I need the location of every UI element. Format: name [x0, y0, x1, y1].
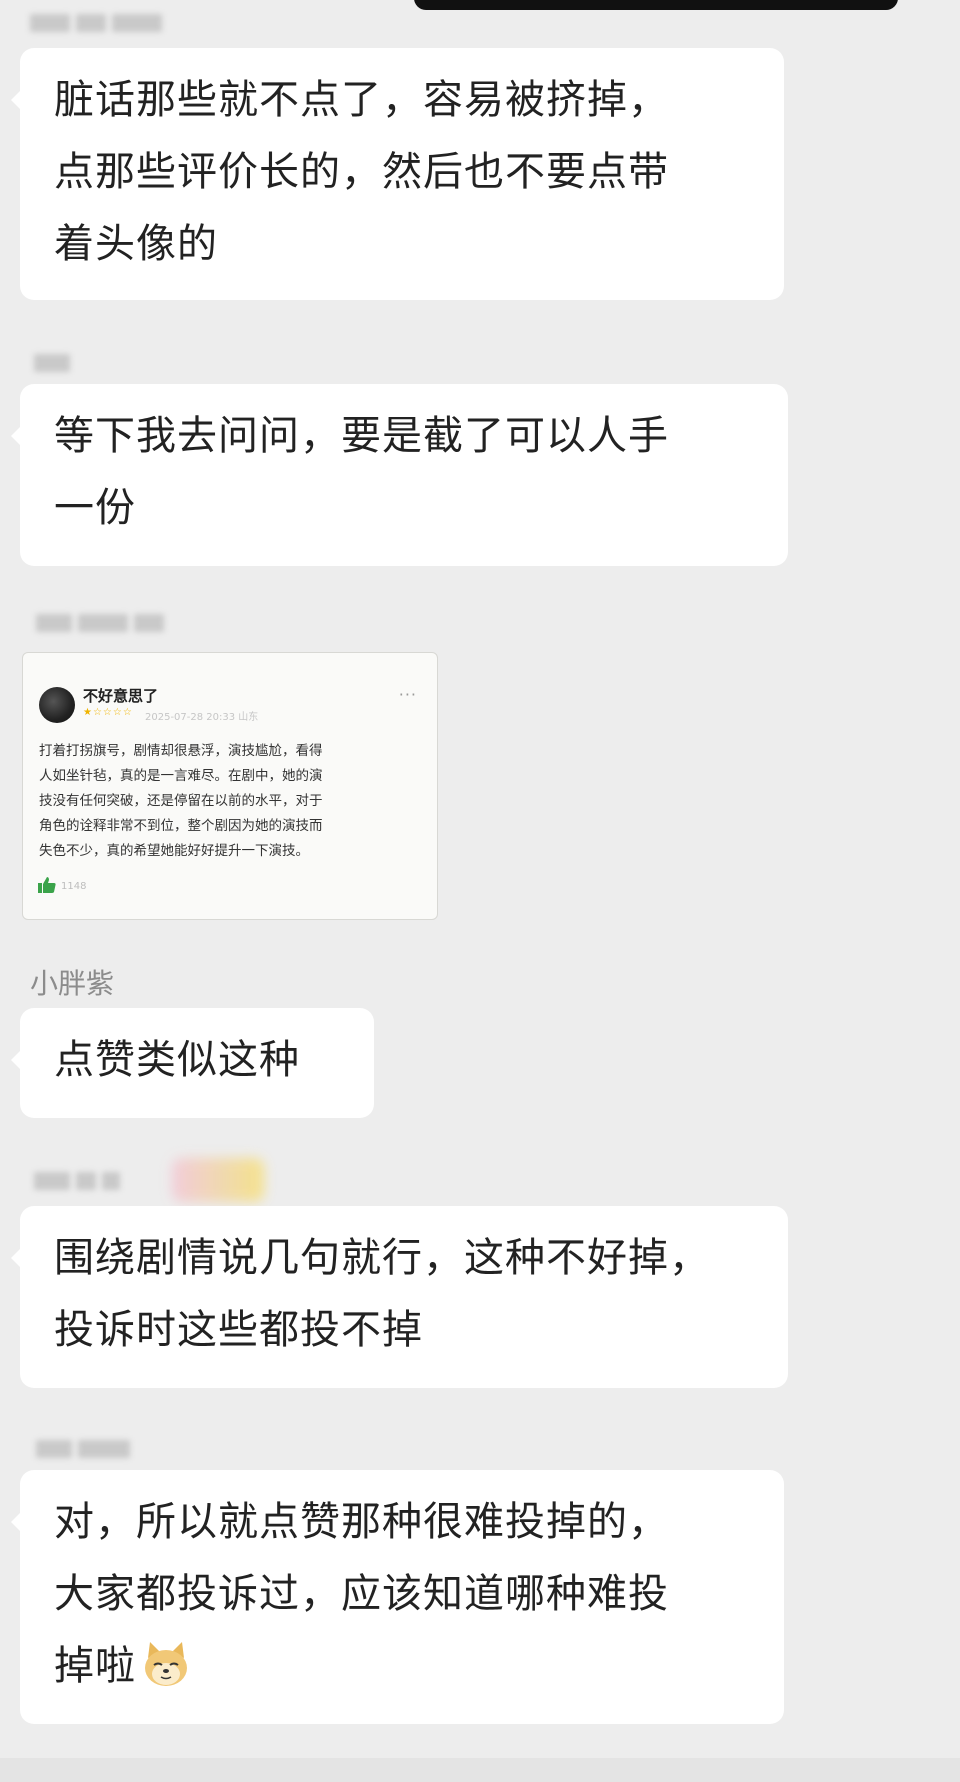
message-bubble[interactable]: 对，所以就点赞那种很难投掉的， 大家都投诉过，应该知道哪种难投 掉啦 [11, 1470, 784, 1724]
review-screenshot-image[interactable]: 不好意思了 ★☆☆☆☆ 2025-07-28 20:33 山东 ··· 打着打拐… [22, 652, 438, 920]
like-count: 1148 [61, 881, 87, 892]
message-line: 点那些评价长的，然后也不要点带 [54, 149, 669, 195]
review-line: 角色的诠释非常不到位，整个剧因为她的演技而 [39, 818, 323, 834]
chat-bottom-edge [0, 1758, 960, 1782]
doge-emoji-icon [140, 1638, 192, 1690]
reviewer-avatar [39, 687, 75, 723]
blurred-sender-name [36, 1440, 136, 1462]
review-line: 人如坐针毡，真的是一言难尽。在剧中，她的演 [39, 768, 323, 784]
reviewer-username: 不好意思了 [83, 687, 159, 705]
review-line: 失色不少，真的希望她能好好提升一下演技。 [39, 843, 309, 859]
more-icon: ··· [398, 685, 417, 704]
message-line: 点赞类似这种 [54, 1037, 300, 1083]
message-line: 一份 [54, 485, 136, 531]
blurred-sender-name [34, 1172, 126, 1194]
message-line: 掉啦 [54, 1643, 136, 1689]
message-line: 脏话那些就不点了，容易被挤掉， [54, 77, 669, 123]
message-line-with-emoji: 掉啦 [54, 1630, 754, 1702]
message-line: 着头像的 [54, 221, 218, 267]
blurred-sender-name [30, 14, 168, 36]
message-line: 大家都投诉过，应该知道哪种难投 [54, 1571, 669, 1617]
top-status-bar [414, 0, 898, 10]
message-line: 等下我去问问，要是截了可以人手 [54, 413, 669, 459]
review-meta: 2025-07-28 20:33 山东 [145, 712, 259, 723]
blurred-sender-badge [172, 1158, 264, 1202]
message-line: 投诉时这些都投不掉 [54, 1307, 423, 1353]
blurred-sender-name [36, 614, 170, 636]
sender-name: 小胖紫 [30, 967, 115, 1000]
message-line: 围绕剧情说几句就行，这种不好掉， [54, 1235, 710, 1281]
blurred-sender-name [34, 354, 76, 376]
review-line: 打着打拐旗号，剧情却很悬浮，演技尴尬，看得 [39, 743, 323, 759]
review-line: 技没有任何突破，还是停留在以前的水平，对于 [39, 793, 323, 809]
thumbs-up-icon [37, 875, 57, 900]
message-bubble[interactable]: 脏话那些就不点了，容易被挤掉， 点那些评价长的，然后也不要点带 着头像的 [11, 48, 784, 300]
review-text: 打着打拐旗号，剧情却很悬浮，演技尴尬，看得 人如坐针毡，真的是一言难尽。在剧中，… [39, 739, 427, 864]
message-bubble[interactable]: 围绕剧情说几句就行，这种不好掉， 投诉时这些都投不掉 [11, 1206, 788, 1388]
message-line: 对，所以就点赞那种很难投掉的， [54, 1499, 669, 1545]
message-bubble[interactable]: 点赞类似这种 [11, 1008, 374, 1118]
rating-stars: ★☆☆☆☆ [83, 707, 133, 718]
message-bubble[interactable]: 等下我去问问，要是截了可以人手 一份 [11, 384, 788, 566]
